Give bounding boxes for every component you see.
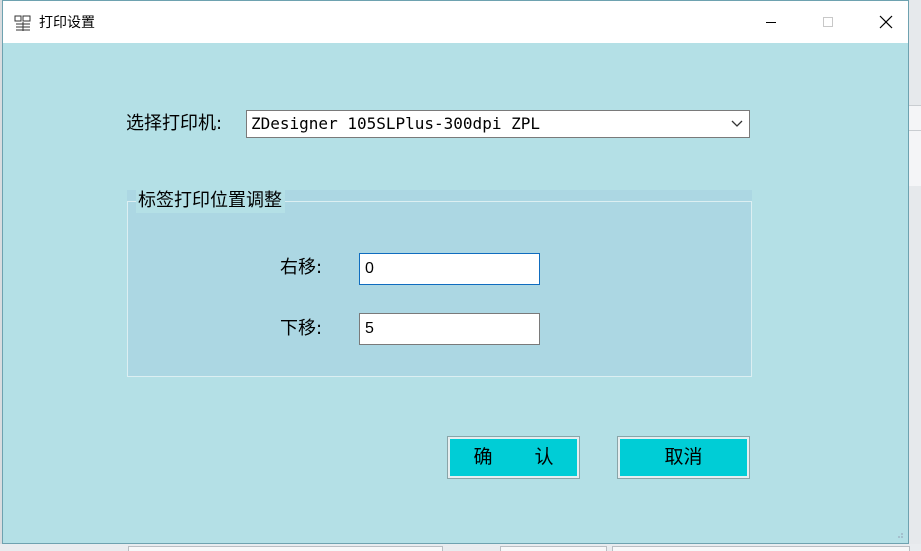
maximize-button[interactable] bbox=[805, 1, 851, 43]
close-button[interactable] bbox=[863, 1, 909, 43]
printer-settings-icon bbox=[14, 15, 31, 31]
minimize-icon bbox=[766, 22, 776, 23]
chevron-down-icon bbox=[731, 120, 743, 127]
cancel-button[interactable]: 取消 bbox=[617, 436, 750, 479]
close-icon bbox=[879, 15, 893, 29]
title-bar: 打印设置 bbox=[3, 1, 908, 43]
position-adjust-group bbox=[127, 201, 752, 377]
printer-selected-value: ZDesigner 105SLPlus-300dpi ZPL bbox=[251, 114, 540, 133]
maximize-icon bbox=[823, 17, 833, 27]
confirm-button[interactable]: 确 认 bbox=[447, 436, 580, 479]
printer-select[interactable]: ZDesigner 105SLPlus-300dpi ZPL bbox=[246, 110, 750, 138]
down-shift-label: 下移: bbox=[280, 318, 323, 339]
group-title: 标签打印位置调整 bbox=[136, 189, 285, 213]
resize-grip-icon[interactable] bbox=[894, 529, 904, 539]
print-settings-dialog: 打印设置 选择打印机: ZDesigner 105SLPlus-300dpi Z… bbox=[2, 0, 909, 544]
down-shift-input[interactable] bbox=[359, 313, 540, 345]
printer-label: 选择打印机: bbox=[126, 113, 223, 134]
background-window-edge-bottom bbox=[0, 544, 921, 551]
background-window-edge-right bbox=[909, 0, 921, 551]
minimize-button[interactable] bbox=[748, 1, 794, 43]
right-shift-label: 右移: bbox=[280, 257, 323, 278]
right-shift-input[interactable] bbox=[359, 253, 540, 285]
window-title: 打印设置 bbox=[39, 15, 95, 31]
